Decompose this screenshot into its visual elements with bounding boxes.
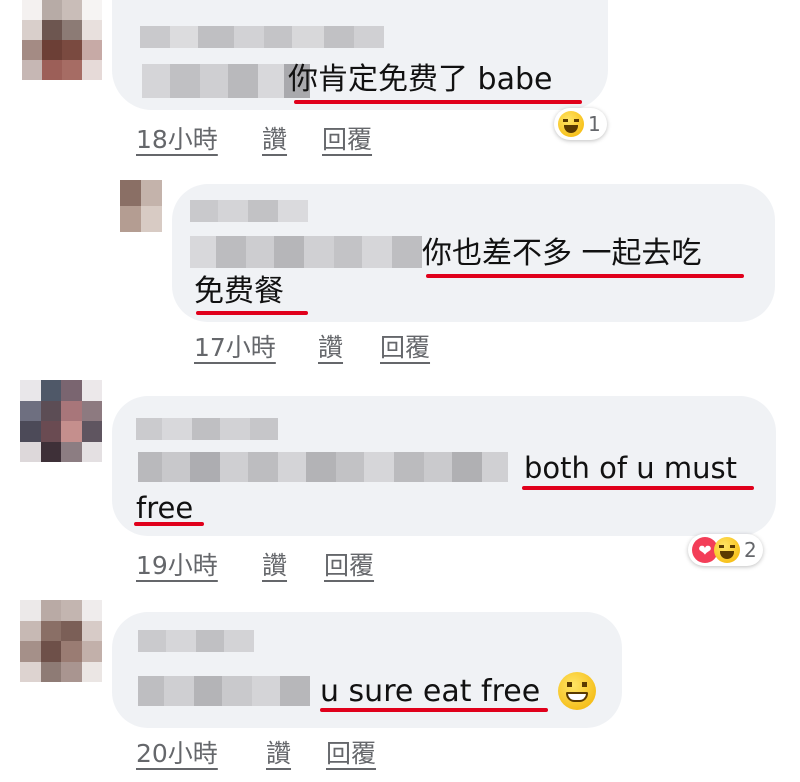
reply-button[interactable]: 回覆 — [326, 734, 376, 770]
avatar[interactable] — [20, 380, 102, 462]
avatar[interactable] — [20, 600, 102, 682]
timestamp[interactable]: 19小時 — [136, 546, 218, 582]
like-button[interactable]: 讚 — [262, 546, 287, 582]
like-button[interactable]: 讚 — [262, 120, 287, 156]
timestamp[interactable]: 20小時 — [136, 734, 218, 770]
blurred-text — [142, 64, 310, 98]
avatar[interactable] — [22, 0, 102, 80]
laugh-emoji-icon — [558, 111, 584, 137]
blurred-text — [138, 676, 310, 706]
comment-text-line1: both of u must — [524, 451, 737, 485]
comment-text: 你肯定免费了 babe — [288, 62, 553, 97]
reaction-badge[interactable]: 1 — [554, 108, 607, 140]
like-button[interactable]: 讚 — [318, 328, 343, 364]
text-underline — [294, 100, 582, 104]
timestamp[interactable]: 18小時 — [136, 120, 218, 156]
text-underline — [426, 274, 744, 278]
comment-text-line2: 免费餐 — [194, 274, 284, 309]
grin-emoji-icon — [558, 672, 596, 710]
blurred-author-name — [140, 26, 384, 48]
text-underline — [522, 486, 754, 490]
avatar[interactable] — [120, 180, 162, 232]
blurred-text — [138, 452, 508, 482]
blurred-author-name — [138, 630, 254, 652]
reaction-count: 2 — [744, 538, 757, 562]
timestamp[interactable]: 17小時 — [194, 328, 276, 364]
laugh-emoji-icon — [714, 537, 740, 563]
reaction-badge[interactable]: 2 — [688, 534, 763, 566]
reaction-count: 1 — [588, 112, 601, 136]
blurred-author-name — [136, 418, 278, 440]
blurred-text — [190, 236, 422, 268]
reply-button[interactable]: 回覆 — [380, 328, 430, 364]
comment-text-line1: 你也差不多 一起去吃 — [422, 236, 702, 271]
reply-button[interactable]: 回覆 — [324, 546, 374, 582]
like-button[interactable]: 讚 — [266, 734, 291, 770]
text-underline — [134, 522, 204, 526]
reply-button[interactable]: 回覆 — [322, 120, 372, 156]
text-underline — [320, 708, 548, 712]
comment-text: u sure eat free — [320, 674, 541, 709]
text-underline — [196, 311, 308, 315]
blurred-author-name — [190, 200, 308, 222]
